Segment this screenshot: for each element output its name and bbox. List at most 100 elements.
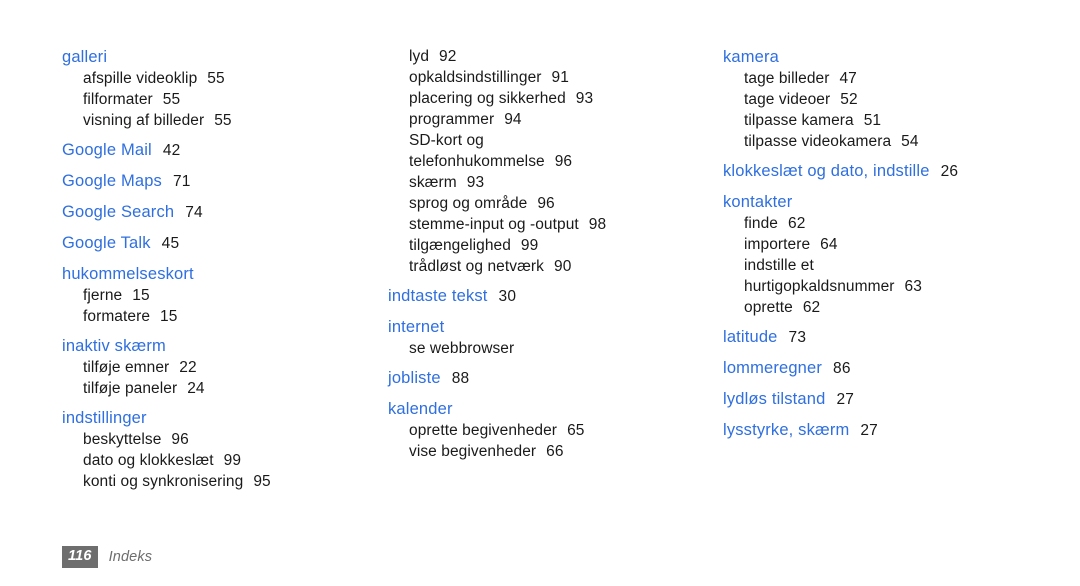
index-subitem[interactable]: programmer 94 xyxy=(388,109,619,130)
index-entry-page: 42 xyxy=(162,142,181,159)
index-entry-heading[interactable]: kalender xyxy=(388,398,688,420)
index-subitem-page: 52 xyxy=(840,91,858,108)
index-entry-heading[interactable]: Google Maps 71 xyxy=(62,170,362,193)
index-entry-heading-label: Google Talk xyxy=(62,234,151,252)
index-entry-heading[interactable]: galleri xyxy=(62,46,362,68)
index-subitem[interactable]: oprette begivenheder 65 xyxy=(388,420,688,441)
index-subitem[interactable]: stemme-input og -output 98 xyxy=(388,214,619,235)
index-entry-heading[interactable]: lysstyrke, skærm 27 xyxy=(723,419,1043,442)
page-footer: 116 Indeks xyxy=(62,546,152,568)
index-subitem-label: sprog og område xyxy=(409,195,528,212)
index-subitem-page: 64 xyxy=(820,236,838,253)
index-subitem-label: indstille et hurtigopkaldsnummer xyxy=(744,257,895,295)
index-subitem[interactable]: tilføje paneler 24 xyxy=(62,378,362,399)
index-subitem-list: finde 62 importere 64 indstille et hurtigopk… xyxy=(723,213,1043,318)
index-subitem-label: stemme-input og -output xyxy=(409,216,579,233)
index-subitem-label: se webbrowser xyxy=(409,340,515,357)
index-subitem-label: oprette xyxy=(744,299,793,316)
index-subitem[interactable]: afspille videoklip 55 xyxy=(62,68,362,89)
index-entry-heading[interactable]: jobliste 88 xyxy=(388,367,688,390)
index-entry-heading-label: hukommelseskort xyxy=(62,265,194,283)
index-entry-heading[interactable]: internet xyxy=(388,316,688,338)
index-entry-heading[interactable]: inaktiv skærm xyxy=(62,335,362,357)
index-subitem-label: programmer xyxy=(409,111,495,128)
index-subitem[interactable]: dato og klokkeslæt 99 xyxy=(62,450,362,471)
index-entry-heading[interactable]: lydløs tilstand 27 xyxy=(723,388,1043,411)
index-entry-heading[interactable]: Google Talk 45 xyxy=(62,232,362,255)
index-entry: klokkeslæt og dato, indstille 26 xyxy=(723,160,1043,183)
index-entry-page: 27 xyxy=(860,422,878,439)
index-entry-heading-label: inaktiv skærm xyxy=(62,337,166,355)
index-subitem[interactable]: finde 62 xyxy=(723,213,959,234)
index-subitem[interactable]: lyd 92 xyxy=(388,46,619,67)
index-subitem[interactable]: tage videoer 52 xyxy=(723,89,959,110)
index-subitem[interactable]: tilpasse videokamera 54 xyxy=(723,131,959,152)
index-subitem-label: tilføje emner xyxy=(83,359,170,376)
index-subitem[interactable]: skærm 93 xyxy=(388,172,619,193)
index-entry-page: 71 xyxy=(172,173,191,190)
index-entry: jobliste 88 xyxy=(388,367,688,390)
index-subitem[interactable]: konti og synkronisering 95 xyxy=(62,471,362,492)
index-subitem-label: formatere xyxy=(83,308,151,325)
index-entry-heading[interactable]: kamera xyxy=(723,46,1043,68)
index-subitem-page: 92 xyxy=(439,48,457,65)
index-subitem-page: 96 xyxy=(171,431,189,448)
index-subitem[interactable]: vise begivenheder 66 xyxy=(388,441,688,462)
index-entry-heading[interactable]: lommeregner 86 xyxy=(723,357,1043,380)
index-subitem[interactable]: opkaldsindstillinger 91 xyxy=(388,67,619,88)
index-subitem[interactable]: placering og sikkerhed 93 xyxy=(388,88,619,109)
index-entry-heading[interactable]: indtaste tekst 30 xyxy=(388,285,688,308)
index-entry-heading[interactable]: latitude 73 xyxy=(723,326,1043,349)
index-entry-heading-label: lydløs tilstand xyxy=(723,390,826,408)
index-subitem-label: oprette begivenheder xyxy=(409,422,558,439)
index-entry: latitude 73 xyxy=(723,326,1043,349)
index-subitem-list: fjerne 15 formatere 15 xyxy=(62,285,362,327)
index-subitem[interactable]: SD-kort og telefonhukommelse 96 xyxy=(388,130,619,172)
index-entry: internet se webbrowser xyxy=(388,316,688,359)
index-subitem[interactable]: fjerne 15 xyxy=(62,285,362,306)
index-column-2: lyd 92 opkaldsindstillinger 91 placering og … xyxy=(388,46,688,470)
index-subitem[interactable]: tilføje emner 22 xyxy=(62,357,362,378)
index-subitem-page: 62 xyxy=(802,299,821,316)
index-subitem[interactable]: oprette 62 xyxy=(723,297,959,318)
index-subitem-list: beskyttelse 96 dato og klokkeslæt 99 konti o… xyxy=(62,429,362,492)
index-subitem[interactable]: filformater 55 xyxy=(62,89,362,110)
index-entry-heading-label: kamera xyxy=(723,48,780,66)
index-subitem[interactable]: sprog og område 96 xyxy=(388,193,619,214)
index-subitem-page: 15 xyxy=(132,287,150,304)
index-entry: kamera tage billeder 47 tage videoer 52 tilpa… xyxy=(723,46,1043,152)
index-subitem-label: dato og klokkeslæt xyxy=(83,452,214,469)
index-entry: inaktiv skærm tilføje emner 22 tilføje pane… xyxy=(62,335,362,399)
index-subitem[interactable]: se webbrowser xyxy=(388,338,688,359)
index-entry: kalender oprette begivenheder 65 vise begiv… xyxy=(388,398,688,462)
index-entry-heading[interactable]: Google Search 74 xyxy=(62,201,362,224)
index-subitem-page: 99 xyxy=(520,237,539,254)
index-entry-heading-label: kontakter xyxy=(723,193,793,211)
index-subitem[interactable]: visning af billeder 55 xyxy=(62,110,362,131)
index-subitem-list: se webbrowser xyxy=(388,338,688,359)
index-entry: Google Maps 71 xyxy=(62,170,362,193)
index-entry-heading[interactable]: kontakter xyxy=(723,191,1043,213)
index-subitem[interactable]: trådløst og netværk 90 xyxy=(388,256,619,277)
index-subitem-label: tilføje paneler xyxy=(83,380,178,397)
index-subitem[interactable]: tilgængelighed 99 xyxy=(388,235,619,256)
index-entry-heading[interactable]: klokkeslæt og dato, indstille 26 xyxy=(723,160,1043,183)
index-subitem[interactable]: tilpasse kamera 51 xyxy=(723,110,959,131)
index-subitem-list: tage billeder 47 tage videoer 52 tilpasse ka… xyxy=(723,68,1043,152)
index-subitem[interactable]: importere 64 xyxy=(723,234,959,255)
index-entry: lysstyrke, skærm 27 xyxy=(723,419,1043,442)
index-entry-heading[interactable]: indstillinger xyxy=(62,407,362,429)
index-subitem[interactable]: indstille et hurtigopkaldsnummer 63 xyxy=(723,255,959,297)
index-entry: lommeregner 86 xyxy=(723,357,1043,380)
index-entry-page: 26 xyxy=(940,163,959,180)
index-subitem-label: finde xyxy=(744,215,778,232)
index-subitem-page: 55 xyxy=(207,70,225,87)
index-subitem-label: opkaldsindstillinger xyxy=(409,69,542,86)
index-subitem[interactable]: beskyttelse 96 xyxy=(62,429,362,450)
index-subitem[interactable]: tage billeder 47 xyxy=(723,68,959,89)
index-entry-heading[interactable]: Google Mail 42 xyxy=(62,139,362,162)
index-entry-heading[interactable]: hukommelseskort xyxy=(62,263,362,285)
index-entry: lydløs tilstand 27 xyxy=(723,388,1043,411)
index-subitem-label: tage videoer xyxy=(744,91,831,108)
index-subitem[interactable]: formatere 15 xyxy=(62,306,362,327)
